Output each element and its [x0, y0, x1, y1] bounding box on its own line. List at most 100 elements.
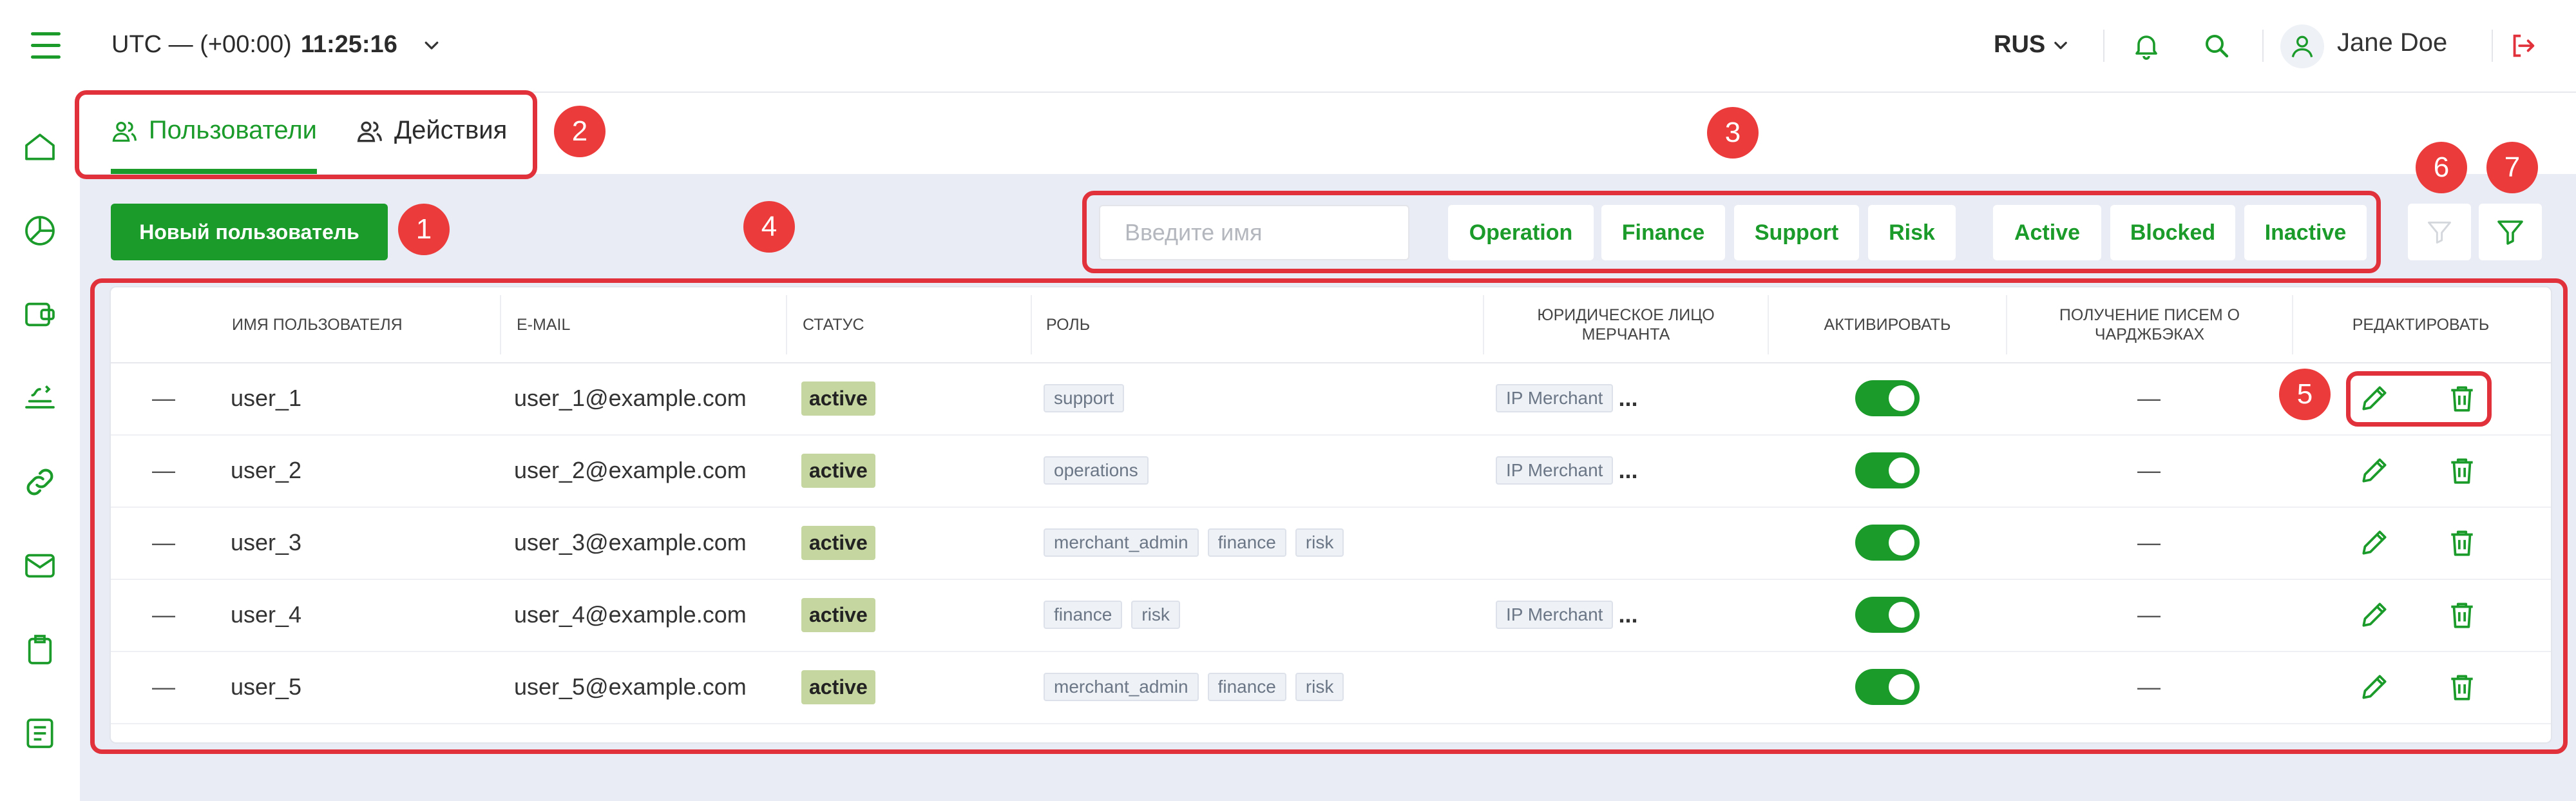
row-dash: —: [152, 385, 175, 411]
activate-toggle[interactable]: [1855, 525, 1920, 561]
column-header-edit[interactable]: РЕДАКТИРОВАТЬ: [2293, 287, 2548, 362]
filter-inactive-button[interactable]: Inactive: [2244, 205, 2367, 260]
role-tag: risk: [1295, 673, 1344, 701]
role-tag: finance: [1044, 601, 1123, 629]
filter-icon: [2497, 220, 2523, 245]
column-header-chargeback[interactable]: ПОЛУЧЕНИЕ ПИСЕМ О ЧАРДЖБЭКАХ: [2007, 287, 2292, 362]
email-cell: user_2@example.com: [514, 457, 747, 483]
activate-toggle[interactable]: [1855, 380, 1920, 416]
clock-time: 11:25:16: [300, 31, 397, 58]
activate-toggle[interactable]: [1855, 669, 1920, 705]
merchant-tag: IP Merchant: [1496, 456, 1614, 485]
username-cell: user_1: [231, 385, 302, 411]
bell-icon[interactable]: [2129, 28, 2164, 63]
menu-icon[interactable]: [31, 32, 61, 59]
logout-icon[interactable]: [2506, 28, 2541, 63]
users-icon: [112, 121, 137, 142]
trash-icon[interactable]: [2444, 452, 2480, 488]
language-selector[interactable]: RUS: [1994, 31, 2070, 59]
filter-finance-button[interactable]: Finance: [1601, 205, 1725, 260]
pie-chart-icon[interactable]: [19, 210, 61, 251]
column-divider: [1031, 295, 1032, 354]
merchant-more[interactable]: ...: [1618, 457, 1637, 484]
merchant-more[interactable]: ...: [1618, 385, 1637, 412]
role-tag: merchant_admin: [1044, 528, 1199, 557]
annotation-marker-4: 4: [743, 201, 795, 253]
edit-icon[interactable]: [2356, 525, 2392, 561]
roles-cell: support: [1044, 362, 1133, 434]
column-header-role[interactable]: РОЛЬ: [1046, 287, 1090, 362]
column-header-merchant[interactable]: ЮРИДИЧЕСКОЕ ЛИЦО МЕРЧАНТА: [1484, 287, 1768, 362]
row-dash: —: [152, 457, 175, 483]
table-row: — user_3 user_3@example.com active merchant_…: [111, 507, 2551, 580]
edit-icon[interactable]: [2356, 452, 2392, 488]
table-header: ИМЯ ПОЛЬЗОВАТЕЛЯ E-MAIL СТАТУС РОЛЬ ЮРИД…: [111, 287, 2551, 363]
user-name[interactable]: Jane Doe: [2337, 28, 2447, 57]
wallet-icon[interactable]: [19, 294, 61, 335]
link-icon[interactable]: [19, 461, 61, 503]
divider: [2492, 30, 2493, 62]
search-input[interactable]: [1099, 205, 1409, 260]
divider: [2262, 30, 2264, 62]
trash-icon[interactable]: [2444, 525, 2480, 561]
chargeback-cell: —: [2137, 529, 2161, 555]
roles-cell: merchant_admin finance risk: [1044, 651, 1353, 723]
column-header-activate[interactable]: АКТИВИРОВАТЬ: [1769, 287, 2006, 362]
role-tag: operations: [1044, 456, 1149, 485]
status-badge: active: [801, 597, 875, 632]
edit-icon[interactable]: [2356, 380, 2392, 416]
column-header-status[interactable]: СТАТУС: [803, 287, 864, 362]
mail-icon[interactable]: [19, 545, 61, 586]
status-badge: active: [801, 670, 875, 704]
row-dash: —: [152, 673, 175, 700]
merchant-cell: IP Merchant...: [1496, 579, 1637, 651]
edit-icon[interactable]: [2356, 597, 2392, 633]
home-icon[interactable]: [19, 126, 61, 168]
role-tag: merchant_admin: [1044, 673, 1199, 701]
email-cell: user_1@example.com: [514, 385, 747, 411]
filter-operation-button[interactable]: Operation: [1448, 205, 1594, 260]
column-divider: [500, 295, 501, 354]
activate-toggle[interactable]: [1855, 597, 1920, 633]
annotation-marker-3: 3: [1707, 107, 1759, 159]
chevron-down-icon[interactable]: [422, 35, 441, 55]
trash-icon[interactable]: [2444, 669, 2480, 705]
annotation-marker-5: 5: [2279, 369, 2331, 420]
annotation-marker-7: 7: [2486, 142, 2538, 193]
new-user-button[interactable]: Новый пользователь: [111, 204, 388, 260]
payments-icon[interactable]: [19, 378, 61, 419]
table-row: — user_5 user_5@example.com active merchant_…: [111, 651, 2551, 724]
username-cell: user_5: [231, 673, 302, 700]
search-icon[interactable]: [2199, 28, 2234, 63]
tab-label: Пользователи: [148, 116, 317, 144]
username-cell: user_2: [231, 457, 302, 483]
filter-support-button[interactable]: Support: [1734, 205, 1859, 260]
clipboard-icon[interactable]: [19, 629, 61, 670]
merchant-more[interactable]: ...: [1618, 601, 1637, 628]
tab-actions[interactable]: Действия: [356, 116, 549, 174]
timezone-clock[interactable]: UTC — (+00:00) 11:25:16: [111, 31, 441, 59]
edit-icon[interactable]: [2356, 669, 2392, 705]
activate-toggle[interactable]: [1855, 452, 1920, 488]
column-header-chargeback-line2: ЧАРДЖБЭКАХ: [2094, 325, 2205, 343]
roles-cell: merchant_admin finance risk: [1044, 507, 1353, 579]
status-badge: active: [801, 525, 875, 560]
filter-blocked-button[interactable]: Blocked: [2110, 205, 2235, 260]
annotation-marker-2: 2: [554, 106, 606, 157]
filter-button[interactable]: [2479, 204, 2542, 260]
username-cell: user_4: [231, 601, 302, 628]
filter-active-button[interactable]: Active: [1993, 205, 2101, 260]
role-tag: support: [1044, 384, 1125, 412]
trash-icon[interactable]: [2444, 597, 2480, 633]
column-header-email[interactable]: E-MAIL: [517, 287, 570, 362]
avatar[interactable]: [2280, 24, 2324, 68]
document-icon[interactable]: [19, 713, 61, 754]
clear-filter-button[interactable]: [2408, 204, 2471, 260]
tabs-bar: Пользователи Действия: [80, 93, 2576, 174]
filter-risk-button[interactable]: Risk: [1868, 205, 1956, 260]
column-header-username[interactable]: ИМЯ ПОЛЬЗОВАТЕЛЯ: [232, 287, 403, 362]
annotation-marker-6: 6: [2416, 142, 2467, 193]
users-icon: [357, 121, 383, 142]
tab-users[interactable]: Пользователи: [111, 116, 317, 174]
trash-icon[interactable]: [2444, 380, 2480, 416]
